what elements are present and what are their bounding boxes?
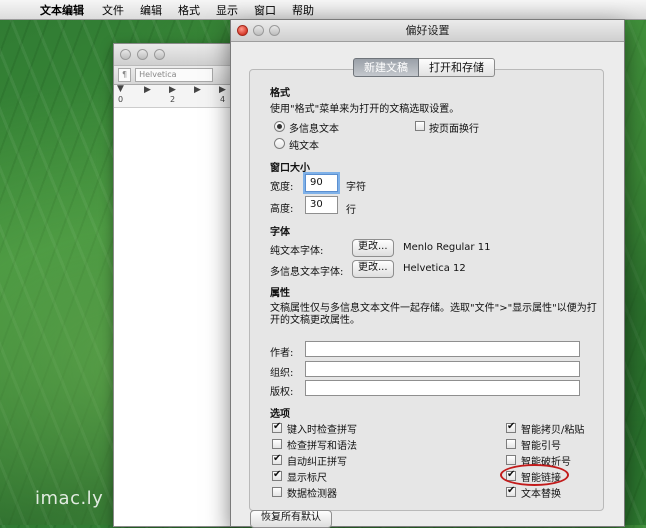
- minimize-window-icon[interactable]: [253, 25, 264, 36]
- copyright-label: 版权:: [270, 387, 294, 398]
- change-plain-font-button[interactable]: 更改...: [352, 239, 394, 257]
- minimize-window-icon[interactable]: [137, 49, 148, 60]
- menu-window[interactable]: 窗口: [246, 2, 284, 18]
- rich-text-radio[interactable]: [274, 121, 285, 132]
- format-heading: 格式: [270, 88, 290, 99]
- watermark-logo: imac.ly: [35, 488, 104, 509]
- smart-quotes-checkbox[interactable]: [506, 439, 516, 449]
- height-label: 高度:: [270, 204, 294, 215]
- tab-new-document[interactable]: 新建文稿: [353, 58, 419, 77]
- menu-help[interactable]: 帮助: [284, 2, 322, 18]
- close-window-icon[interactable]: [237, 25, 248, 36]
- height-field[interactable]: 30: [305, 196, 338, 214]
- text-replacement-checkbox[interactable]: [506, 487, 516, 497]
- plain-text-radio[interactable]: [274, 138, 285, 149]
- properties-heading: 属性: [270, 288, 290, 299]
- author-field[interactable]: [305, 341, 580, 357]
- menu-view[interactable]: 显示: [208, 2, 246, 18]
- menu-edit[interactable]: 编辑: [132, 2, 170, 18]
- font-family-popup[interactable]: Helvetica: [135, 68, 214, 82]
- ruler-label: 4: [220, 95, 226, 104]
- preferences-window: 偏好设置 新建文稿 打开和存储 格式 使用"格式"菜单来为打开的文稿选取设置。 …: [230, 19, 625, 528]
- check-spelling-while-typing-checkbox[interactable]: [272, 423, 282, 433]
- highlight-circle: [500, 464, 569, 486]
- format-toolbar: ¶ Helvetica: [114, 65, 239, 85]
- option-label: 智能引号: [521, 441, 561, 452]
- tab-stop-icon[interactable]: ▶: [169, 85, 176, 95]
- smart-dashes-checkbox[interactable]: [506, 455, 516, 465]
- option-label: 键入时检查拼写: [287, 425, 357, 436]
- option-label: 文本替换: [521, 489, 561, 500]
- change-rich-font-button[interactable]: 更改...: [352, 260, 394, 278]
- tab-stop-icon[interactable]: ▼: [117, 84, 124, 94]
- check-grammar-checkbox[interactable]: [272, 439, 282, 449]
- menu-bar: 文本编辑 文件 编辑 格式 显示 窗口 帮助: [0, 0, 646, 20]
- window-size-heading: 窗口大小: [270, 163, 310, 174]
- height-unit: 行: [346, 205, 356, 216]
- wrap-to-page-label: 按页面换行: [429, 124, 479, 135]
- author-label: 作者:: [270, 348, 294, 359]
- width-unit: 字符: [346, 182, 366, 193]
- organization-label: 组织:: [270, 368, 294, 379]
- document-window: ¶ Helvetica 0 2 4 ▼ ▶ ▶ ▶ ▶: [113, 43, 240, 527]
- close-window-icon[interactable]: [120, 49, 131, 60]
- paragraph-style-popup[interactable]: ¶: [118, 68, 132, 82]
- preferences-titlebar: 偏好设置: [231, 20, 624, 42]
- tab-open-and-save[interactable]: 打开和存储: [419, 58, 495, 77]
- width-label: 宽度:: [270, 182, 294, 193]
- font-heading: 字体: [270, 227, 290, 238]
- options-heading: 选项: [270, 409, 290, 420]
- tab-stop-icon[interactable]: ▶: [194, 85, 201, 95]
- copyright-field[interactable]: [305, 380, 580, 396]
- auto-correct-checkbox[interactable]: [272, 455, 282, 465]
- smart-copy-paste-checkbox[interactable]: [506, 423, 516, 433]
- properties-description-line2: 开的文稿更改属性。: [270, 315, 360, 326]
- option-label: 自动纠正拼写: [287, 457, 347, 468]
- rich-font-label: 多信息文本字体:: [270, 267, 344, 278]
- tab-bar: 新建文稿 打开和存储: [353, 58, 495, 77]
- plain-font-value: Menlo Regular 11: [403, 242, 491, 253]
- show-ruler-checkbox[interactable]: [272, 471, 282, 481]
- tab-stop-icon[interactable]: ▶: [219, 85, 226, 95]
- zoom-window-icon[interactable]: [269, 25, 280, 36]
- plain-font-label: 纯文本字体:: [270, 246, 324, 257]
- option-label: 检查拼写和语法: [287, 441, 357, 452]
- option-label: 显示标尺: [287, 473, 327, 484]
- plain-text-label: 纯文本: [289, 141, 319, 152]
- menu-file[interactable]: 文件: [94, 2, 132, 18]
- option-label: 智能拷贝/粘贴: [521, 425, 585, 436]
- document-titlebar: [114, 44, 239, 65]
- organization-field[interactable]: [305, 361, 580, 377]
- rich-text-label: 多信息文本: [289, 124, 339, 135]
- format-description: 使用"格式"菜单来为打开的文稿选取设置。: [270, 104, 460, 115]
- restore-defaults-button[interactable]: 恢复所有默认: [250, 510, 332, 528]
- menu-format[interactable]: 格式: [170, 2, 208, 18]
- zoom-window-icon[interactable]: [154, 49, 165, 60]
- wrap-to-page-checkbox[interactable]: [415, 121, 425, 131]
- menu-app-name[interactable]: 文本编辑: [34, 2, 94, 18]
- window-title: 偏好设置: [405, 24, 450, 37]
- rich-font-value: Helvetica 12: [403, 263, 466, 274]
- ruler[interactable]: 0 2 4 ▼ ▶ ▶ ▶ ▶: [114, 84, 239, 108]
- ruler-label: 0: [118, 95, 124, 104]
- width-field[interactable]: 90: [305, 174, 338, 192]
- option-label: 数据检测器: [287, 489, 337, 500]
- ruler-label: 2: [170, 95, 176, 104]
- data-detectors-checkbox[interactable]: [272, 487, 282, 497]
- tab-stop-icon[interactable]: ▶: [144, 85, 151, 95]
